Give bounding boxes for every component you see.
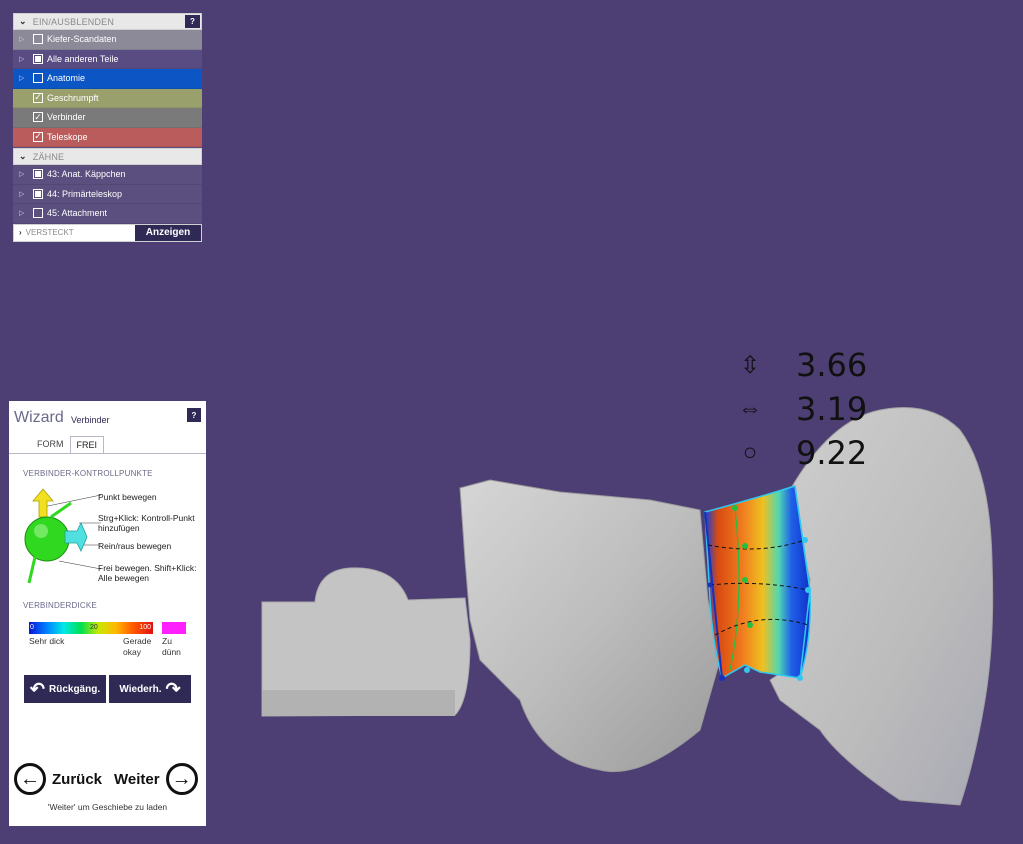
measurement-value: 9.22: [796, 434, 868, 472]
expand-triangle-icon[interactable]: ▷: [19, 190, 33, 198]
checkbox-verbinder[interactable]: ✓: [33, 112, 43, 123]
measurement-value: 3.66: [796, 346, 868, 384]
wizard-navigation: ← Zurück Weiter →: [14, 763, 200, 795]
row-label: Teleskope: [47, 131, 88, 142]
undo-button[interactable]: ↶ Rückgäng.: [24, 675, 106, 703]
row-tooth-45[interactable]: ▷ 45: Attachment: [13, 204, 202, 224]
control-item-move: Punkt bewegen: [98, 492, 157, 502]
control-item-inout: Rein/raus bewegen: [98, 541, 172, 551]
row-label: Alle anderen Teile: [47, 53, 119, 64]
row-verbinder[interactable]: ✓ Verbinder: [13, 108, 202, 128]
control-points-label: VERBINDER-KONTROLLPUNKTE: [23, 469, 153, 478]
teeth-header-label: ZÄHNE: [32, 151, 65, 162]
vertical-arrow-icon: ⇳: [739, 351, 761, 379]
hidden-label: VERSTECKT: [25, 228, 74, 237]
visibility-header[interactable]: ⌄ EIN/AUSBLENDEN ?: [13, 13, 202, 30]
scale-label-okay: Gerade okay: [123, 636, 152, 657]
wizard-panel: Wizard Verbinder ? FORM FREI VERBINDER-K…: [9, 401, 206, 826]
tooth-left-model: [459, 479, 721, 773]
expand-triangle-icon[interactable]: ▷: [19, 170, 33, 178]
visibility-header-label: EIN/AUSBLENDEN: [32, 16, 115, 27]
chevron-down-icon: ⌄: [19, 16, 27, 26]
connector-heatmap[interactable]: [704, 485, 812, 681]
measurement-width: ⇔ 3.19: [730, 390, 867, 428]
scale-number: 0: [30, 624, 34, 631]
next-button[interactable]: Weiter: [114, 771, 160, 788]
too-thin-color: [162, 622, 186, 634]
tab-form[interactable]: FORM: [31, 436, 70, 453]
row-label: 44: Primärteleskop: [47, 188, 123, 199]
row-geschrumpft[interactable]: ✓ Geschrumpft: [13, 88, 202, 108]
expand-triangle-icon[interactable]: ▷: [19, 55, 33, 63]
undo-icon: ↶: [29, 678, 45, 699]
help-button[interactable]: ?: [187, 408, 201, 422]
redo-icon: ↷: [165, 678, 181, 699]
tab-divider: [9, 453, 206, 454]
chevron-down-icon: ⌄: [19, 151, 27, 161]
expand-triangle-icon[interactable]: ▷: [19, 74, 33, 82]
teeth-header[interactable]: ⌄ ZÄHNE: [13, 148, 202, 165]
checkbox-anatomie[interactable]: [33, 73, 43, 84]
wizard-hint: 'Weiter' um Geschiebe zu laden: [47, 802, 168, 812]
undo-label: Rückgäng.: [48, 683, 101, 695]
row-label: Anatomie: [47, 73, 86, 84]
row-kiefer-scandaten[interactable]: ▷ Kiefer-Scandaten: [13, 30, 202, 50]
control-item-add: Strg+Klick: Kontroll-Punkt hinzufügen: [98, 513, 195, 533]
scale-number: 20: [90, 624, 98, 631]
attachment-model: [261, 567, 471, 717]
measurement-value: 3.19: [796, 390, 868, 428]
next-arrow-icon[interactable]: →: [165, 763, 198, 795]
back-arrow-icon[interactable]: ←: [14, 763, 46, 795]
wizard-subtitle: Verbinder: [71, 415, 110, 425]
expand-triangle-icon[interactable]: ▷: [19, 35, 33, 43]
tab-frei[interactable]: FREI: [69, 436, 105, 453]
scale-label-thin: Zu dünn: [162, 636, 181, 657]
circle-icon: ○: [742, 439, 758, 466]
measurement-height: ⇳ 3.66: [730, 346, 867, 384]
control-point-diagram: [24, 488, 101, 584]
back-button[interactable]: Zurück: [52, 771, 102, 788]
row-tooth-43[interactable]: ▷ 43: Anat. Käppchen: [13, 165, 202, 185]
row-label: Kiefer-Scandaten: [47, 34, 117, 45]
thickness-color-scale: 0 20 100: [29, 622, 153, 634]
row-label: Geschrumpft: [47, 92, 99, 103]
expand-triangle-icon[interactable]: ▷: [19, 209, 33, 217]
checkbox-tooth-44[interactable]: [33, 188, 43, 199]
chevron-right-icon: ›: [19, 228, 22, 237]
control-item-free: Frei bewegen. Shift+Klick: Alle bewegen: [98, 563, 197, 583]
checkbox-kiefer-scandaten[interactable]: [33, 34, 43, 45]
thickness-label: VERBINDERDICKE: [23, 601, 97, 610]
row-tooth-44[interactable]: ▷ 44: Primärteleskop: [13, 185, 202, 204]
show-button[interactable]: Anzeigen: [135, 224, 201, 241]
move-up-arrow-icon: [32, 488, 54, 518]
help-button[interactable]: ?: [185, 15, 200, 28]
redo-label: Wiederh.: [119, 683, 162, 695]
row-label: Verbinder: [47, 112, 86, 123]
redo-button[interactable]: Wiederh. ↷: [109, 675, 191, 703]
row-label: 43: Anat. Käppchen: [47, 169, 126, 180]
visibility-panel: ⌄ EIN/AUSBLENDEN ? ▷ Kiefer-Scandaten ▷ …: [13, 13, 202, 242]
row-alle-anderen-teile[interactable]: ▷ Alle anderen Teile: [13, 49, 202, 69]
row-label: 45: Attachment: [47, 208, 108, 219]
hidden-row[interactable]: › VERSTECKT Anzeigen: [13, 223, 202, 242]
checkbox-tooth-45[interactable]: [33, 208, 43, 219]
wizard-tabs: FORM FREI: [31, 436, 105, 453]
checkbox-alle-anderen-teile[interactable]: [33, 53, 43, 64]
horizontal-arrow-icon: ⇔: [738, 395, 762, 422]
scale-label-thick: Sehr dick: [29, 636, 65, 646]
row-teleskope[interactable]: ✓ Teleskope: [13, 127, 202, 147]
control-point-icon: [24, 516, 70, 562]
checkbox-tooth-43[interactable]: [33, 169, 43, 180]
measurement-area: ○ 9.22: [730, 434, 868, 472]
wizard-title: Wizard: [14, 409, 64, 426]
scale-number: 100: [139, 624, 151, 631]
in-out-arrow-icon: [64, 522, 88, 552]
checkbox-teleskope[interactable]: ✓: [33, 131, 43, 142]
checkbox-geschrumpft[interactable]: ✓: [33, 92, 43, 103]
row-anatomie[interactable]: ▷ Anatomie: [13, 69, 202, 89]
